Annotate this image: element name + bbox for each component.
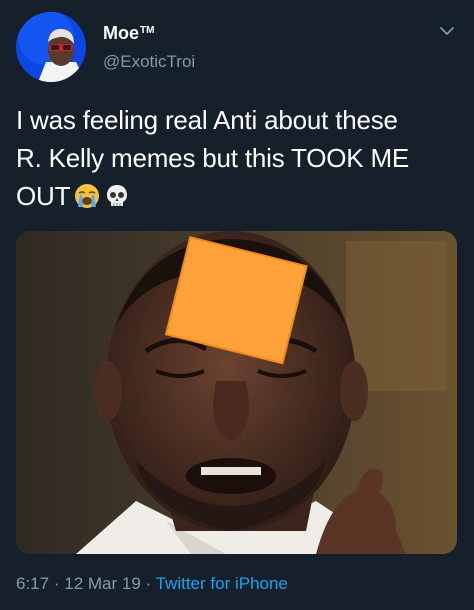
tweet-date: 12 Mar 19	[64, 574, 141, 593]
tweet-text-line: I was feeling real Anti about these	[16, 105, 398, 135]
avatar[interactable]	[16, 12, 86, 82]
tweet-card: MoeTM @ExoticTroi I was feeling real Ant…	[0, 0, 474, 610]
user-handle[interactable]: @ExoticTroi	[103, 52, 195, 72]
loudly-crying-face-icon	[74, 181, 100, 208]
author-block: MoeTM @ExoticTroi	[103, 20, 195, 72]
skull-icon	[104, 181, 130, 207]
tweet-text-line: OUT	[16, 177, 466, 215]
tweet-text: I was feeling real Anti about these R. K…	[16, 101, 466, 215]
tweet-text-line: R. Kelly memes but this TOOK ME	[16, 143, 410, 173]
display-name[interactable]: MoeTM	[103, 20, 195, 44]
chevron-down-icon[interactable]	[438, 22, 456, 40]
tweet-time: 6:17	[16, 574, 50, 593]
tweet-meta: 6:17 · 12 Mar 19 · Twitter for iPhone	[16, 574, 288, 594]
meta-separator: ·	[53, 574, 60, 593]
trademark-mark: TM	[140, 25, 155, 36]
meta-separator: ·	[145, 574, 152, 593]
tweet-source-link[interactable]: Twitter for iPhone	[156, 574, 288, 593]
tweet-media-image[interactable]	[16, 231, 457, 554]
